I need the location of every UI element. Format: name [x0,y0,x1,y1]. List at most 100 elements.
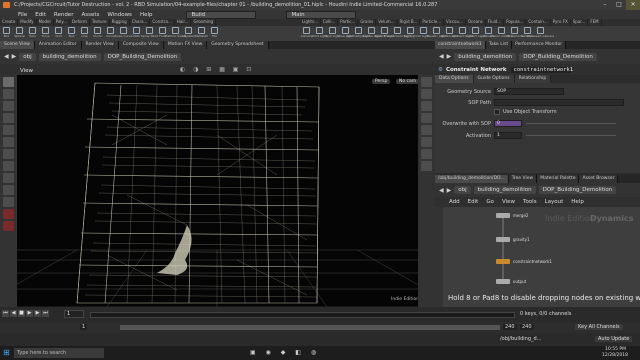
breadcrumb-obj[interactable]: obj [19,52,36,61]
net-menu-go[interactable]: Go [482,199,498,205]
persp-menu[interactable]: Persp [372,79,391,84]
rotate-tool-icon[interactable] [3,101,14,111]
tab-material-palette[interactable]: Material Palette [537,175,580,183]
shelf-tab[interactable]: Particle... [420,19,445,26]
shelf-tab[interactable]: Contain... [526,19,551,26]
shelf-tool[interactable]: L-System [182,26,195,41]
net-menu-tools[interactable]: Tools [519,199,541,205]
taskbar-app-icons[interactable]: ▣ ◉ ◆ ◧ ◍ [250,349,320,356]
breadcrumb-dop[interactable]: DOP_Building_Demolition [103,52,182,61]
normals-icon[interactable] [421,149,432,159]
shelf-tab[interactable]: Model [37,19,54,26]
back-arrow-icon[interactable]: ◀ [439,187,444,194]
tab-constraintnetwork1[interactable]: constraintnetwork1 [435,41,486,49]
overwrite-field[interactable]: 0 [494,120,522,127]
shelf-tool[interactable]: Platonic Solids [165,26,186,41]
net-menu-add[interactable]: Add [435,199,464,205]
shelf-tool[interactable]: Null [65,26,78,41]
shelf-tab[interactable]: Viscou... [444,19,466,26]
shelf-tool[interactable]: Circle [91,26,104,41]
tab-performance-monitor[interactable]: Performance Monitor [512,41,567,49]
tab-geometry-spreadsheet[interactable]: Geometry Spreadsheet [207,41,269,49]
wireframe-icon[interactable] [421,89,432,99]
tab-scene-view[interactable]: Scene View [0,41,35,49]
shelf-tab[interactable]: Poly... [54,19,71,26]
shelf-tool[interactable]: Sky Light [404,26,417,41]
range-slider[interactable] [120,325,500,330]
shelf-tool[interactable]: Grid [52,26,65,41]
move-tool-icon[interactable] [3,89,14,99]
ghost-icon[interactable] [421,125,432,135]
net-menu-help[interactable]: Help [567,199,588,205]
timeline-scrubber[interactable] [90,312,515,318]
shelf-tab[interactable]: Create [0,19,19,26]
shelf-tab[interactable]: FEM [588,19,602,26]
scene-viewport[interactable] [17,75,418,307]
maximize-button[interactable]: □ [612,0,626,10]
tab-network-path[interactable]: /obj/building_demolition/DO... [435,175,509,183]
view-tool-icon[interactable] [3,149,14,159]
current-frame-field[interactable]: 1 [64,310,84,318]
forward-arrow-icon[interactable]: ▶ [12,53,17,60]
handle-tool-icon[interactable] [3,125,14,135]
pose-tool-icon[interactable] [3,137,14,147]
tab-composite-view[interactable]: Composite View [118,41,164,49]
end-frame-field[interactable]: 240 [503,324,517,330]
geometry-source-menu[interactable]: SOP [494,88,564,95]
shelf-tab[interactable]: Pyro FX [551,19,571,26]
back-arrow-icon[interactable]: ◀ [439,53,444,60]
grid-icon[interactable] [421,161,432,171]
tab-take-list[interactable]: Take List [485,41,513,49]
shelf-tab[interactable]: Grooming [191,19,217,26]
shelf-tab[interactable]: Fluid... [486,19,505,26]
shelf-tab[interactable]: Constra... [150,19,175,26]
menu-file[interactable]: File [0,12,31,18]
shelf-tool[interactable]: Box [0,26,13,41]
node-merge2[interactable] [496,213,510,218]
shelf-tool[interactable]: Environment Light [384,26,411,41]
point-display-icon[interactable] [421,137,432,147]
shelf-tab[interactable]: Rigging [110,19,130,26]
shelf-tab[interactable]: Hair... [175,19,192,26]
taskbar-search-field[interactable]: Type here to search [14,348,104,358]
end-frame-field-2[interactable]: 240 [520,324,534,330]
shelf-tool[interactable]: Gamepad Camera [527,26,554,41]
auto-update-menu[interactable]: Auto Update [595,336,633,342]
menu-assets[interactable]: Assets [77,12,103,18]
shelf-tool[interactable]: Line [78,26,91,41]
start-frame-field[interactable]: 1 [80,324,88,330]
breadcrumb-obj[interactable]: obj [454,186,471,194]
forward-arrow-icon[interactable]: ▶ [447,187,452,194]
node-gravity1[interactable] [496,237,510,242]
minimize-button[interactable]: – [598,0,612,10]
shelf-tab[interactable]: Grains [358,19,377,26]
windows-start-icon[interactable]: ⊞ [3,349,11,357]
shelf-tool[interactable]: Spray Paint [141,26,158,41]
use-object-transform-checkbox[interactable] [494,109,500,115]
shelf-tab[interactable]: Deform [70,19,90,26]
activation-field[interactable]: 1 [494,132,522,139]
forward-arrow-icon[interactable]: ▶ [447,53,452,60]
breadcrumb-dop[interactable]: DOP_Building_Demolition [538,186,617,194]
node-output[interactable] [496,279,510,284]
shelf-tab[interactable]: Chara... [130,19,151,26]
lighting-icon[interactable] [421,113,432,123]
breadcrumb-building[interactable]: building_demolition [38,52,101,61]
tab-animation-editor[interactable]: Animation Editor [34,41,82,49]
menu-render[interactable]: Render [50,12,78,18]
net-menu-view[interactable]: View [498,199,519,205]
camera-menu[interactable]: No cam [396,79,420,84]
shelf-tab[interactable]: Modify [18,19,37,26]
play-icon[interactable]: ▶ [26,310,33,317]
tab-relationship[interactable]: Relationship [514,75,552,83]
jump-end-icon[interactable]: ⏭ [42,310,49,317]
shelf-tab[interactable]: Velum... [376,19,398,26]
tab-asset-browser[interactable]: Asset Browser [579,175,619,183]
shelf-tab[interactable]: Texture [90,19,110,26]
error-icon[interactable] [3,209,14,219]
net-menu-layout[interactable]: Layout [541,199,568,205]
brush-tool-icon[interactable] [3,173,14,183]
step-forward-icon[interactable]: ▶ [34,310,41,317]
shelf-tab[interactable]: Oceans [466,19,486,26]
breadcrumb-building[interactable]: building_demolition [473,186,536,194]
